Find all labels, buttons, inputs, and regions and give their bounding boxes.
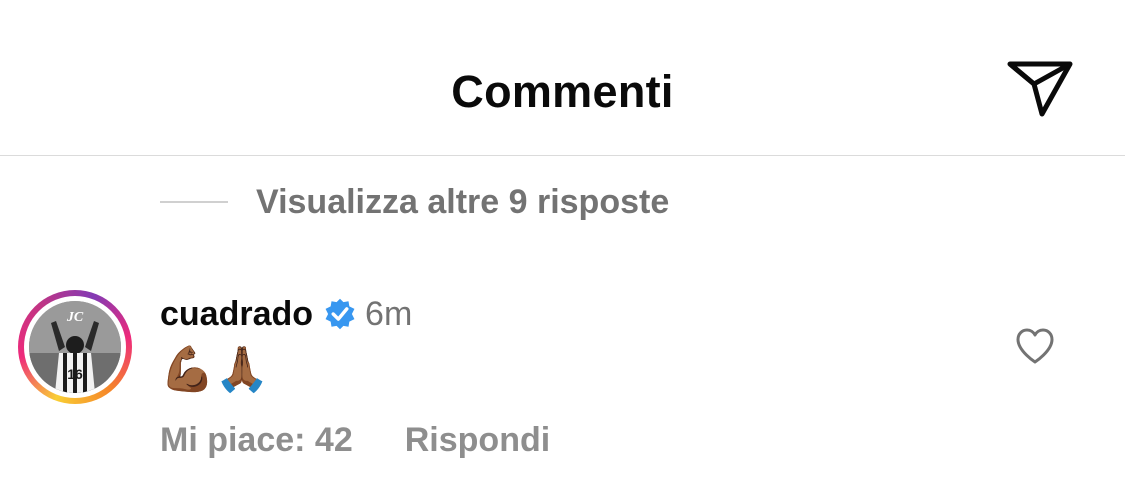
- share-button[interactable]: [1004, 58, 1076, 122]
- avatar[interactable]: 16 JC: [18, 290, 132, 404]
- comments-header: Commenti: [0, 0, 1125, 156]
- paper-plane-icon: [1007, 61, 1073, 117]
- avatar-photo: 16 JC: [29, 301, 121, 393]
- likes-count[interactable]: Mi piace: 42: [160, 418, 353, 462]
- like-button[interactable]: [1014, 326, 1056, 366]
- replies-divider: [160, 201, 228, 203]
- comment-username[interactable]: cuadrado: [160, 292, 313, 336]
- comment-header: cuadrado 6m: [160, 290, 412, 338]
- comment-actions: Mi piace: 42 Rispondi: [160, 418, 550, 462]
- view-more-replies-button[interactable]: Visualizza altre 9 risposte: [160, 178, 669, 226]
- avatar-jersey-number: 16: [67, 366, 83, 382]
- view-more-replies-label: Visualizza altre 9 risposte: [256, 183, 670, 221]
- avatar-logo-text: JC: [66, 310, 84, 325]
- comment-text: 💪🏾🙏🏾: [160, 344, 270, 395]
- page-title: Commenti: [451, 66, 674, 117]
- verified-badge-icon: [323, 297, 357, 331]
- avatar-player-image: 16 JC: [29, 301, 121, 393]
- reply-button[interactable]: Rispondi: [405, 418, 550, 462]
- comment-timestamp: 6m: [365, 295, 413, 333]
- heart-icon: [1016, 328, 1054, 364]
